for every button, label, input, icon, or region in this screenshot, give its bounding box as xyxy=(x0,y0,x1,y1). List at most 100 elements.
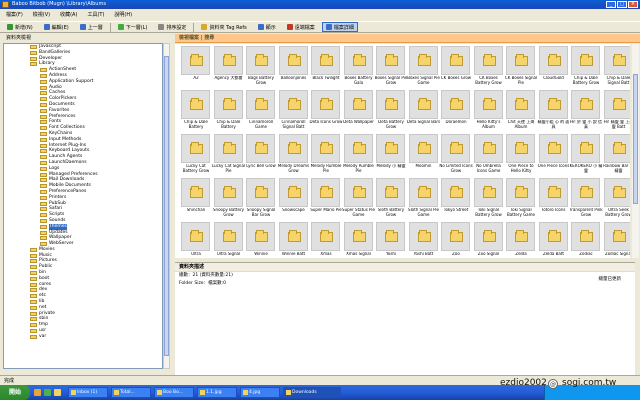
folder-thumbnail[interactable]: Chit 天使 上海 Album xyxy=(504,90,536,132)
folder-thumbnail[interactable]: Deta Battery Grow xyxy=(374,90,406,132)
folder-thumbnail[interactable]: Rainbow Bar 小 精靈 xyxy=(602,134,630,176)
folder-thumbnail[interactable]: Sloth Battery Grow xyxy=(374,178,406,220)
folder-thumbnail[interactable]: Totoro Icons xyxy=(537,178,569,220)
toolbar-button-2[interactable]: 上一層 xyxy=(76,22,107,32)
folder-thumbnail[interactable]: Super Status Pie Game xyxy=(342,178,375,220)
folder-thumbnail[interactable]: Hi! 妙 靈 小 說 信 真 xyxy=(569,90,602,132)
folder-thumbnail[interactable]: 精靈小姐 心 的 面具 xyxy=(537,90,569,132)
folder-thumbnail[interactable]: Shinchan xyxy=(179,178,211,220)
taskbar-button[interactable]: Downloads xyxy=(283,387,341,398)
folder-thumbnail[interactable]: Sloth Signal Pie Game xyxy=(407,178,439,220)
folder-thumbnail[interactable]: One Piece to Hello Kitty xyxy=(504,134,536,176)
taskbar-button[interactable]: 4.jpg xyxy=(240,387,280,398)
folder-thumbnail[interactable]: CK Boxes Signal Pie xyxy=(504,46,537,88)
folder-tree[interactable]: Javascript BandGalleries Developer Library A… xyxy=(3,43,163,369)
tree-scroll-thumb[interactable] xyxy=(164,56,169,356)
folder-thumbnail[interactable]: Bags Battery Grow xyxy=(244,46,276,88)
folder-thumbnail[interactable]: Hello Kitty's Album xyxy=(472,90,504,132)
folder-thumbnail[interactable]: Toki Signal Battery Grow xyxy=(472,178,504,220)
folder-thumbnail[interactable]: CK Boxes Battery Grow xyxy=(472,46,504,88)
folder-thumbnail[interactable]: Hi! 精靈 靈 上海 靈 Batt xyxy=(602,90,630,132)
taskbar-button[interactable]: Inbox (1) xyxy=(68,387,108,398)
folder-thumbnail[interactable]: KEROKERO 小 精靈 xyxy=(569,134,602,176)
taskbar-button[interactable]: Total... xyxy=(111,387,151,398)
ie-icon[interactable] xyxy=(34,389,41,396)
folder-thumbnail[interactable]: Deta Signal Bars xyxy=(407,90,440,132)
tab-strip[interactable]: 檢視檔案 | 搜尋 xyxy=(175,34,640,43)
folder-thumbnail[interactable]: Yoshi xyxy=(374,222,406,258)
folder-thumbnail[interactable]: Zelda xyxy=(504,222,536,258)
folder-thumbnail[interactable]: Tokyo Street xyxy=(439,178,471,220)
folder-thumbnail[interactable]: Xmas xyxy=(309,222,341,258)
folder-thumbnail[interactable]: Boxes Signal Pie Grow xyxy=(374,46,407,88)
folder-thumbnail[interactable]: Chip & Dale Signal Batt xyxy=(602,46,630,88)
folder-thumbnail[interactable]: Chip & Dale Battery xyxy=(179,90,211,132)
folder-thumbnail[interactable]: Snoopy Signal Bar Grow xyxy=(244,178,276,220)
toolbar-button-6[interactable]: 顯示 xyxy=(254,22,280,32)
folder-thumbnail[interactable]: Winnie xyxy=(244,222,276,258)
folder-thumbnail[interactable]: One Piece Icons xyxy=(537,134,569,176)
menu-item-0[interactable]: 檔案(F) xyxy=(6,10,23,20)
folder-thumbnail[interactable]: Moomin xyxy=(407,134,439,176)
folder-thumbnail[interactable]: Zelda Batt xyxy=(537,222,569,258)
folder-thumbnail[interactable]: Melody Dreams Grow xyxy=(277,134,309,176)
folder-thumbnail[interactable]: Melody Rumble Pie xyxy=(309,134,341,176)
folder-thumbnail[interactable]: Zodiac xyxy=(569,222,601,258)
folder-thumbnail[interactable]: No Umbrella Icons Game xyxy=(472,134,504,176)
folder-thumbnail[interactable]: Lucky Cat Signal Pie xyxy=(212,134,245,176)
close-button[interactable]: × xyxy=(628,1,638,8)
toolbar-button-4[interactable]: 排序設定 xyxy=(154,22,190,32)
folder-thumbnail[interactable]: Cinnamoroll Signal Batt xyxy=(277,90,309,132)
toolbar-button-8[interactable]: 檔案詳細 xyxy=(321,22,358,32)
toolbar-button-7[interactable]: 遠端檔案 xyxy=(283,22,319,32)
folder-thumbnail[interactable]: A2 xyxy=(179,46,211,88)
menu-item-4[interactable]: 說明(H) xyxy=(114,10,132,20)
folder-icon[interactable] xyxy=(54,389,61,396)
folder-thumbnail[interactable]: No Limited Icons Grow xyxy=(439,134,473,176)
folder-thumbnail[interactable]: Melody 小 精靈 xyxy=(374,134,406,176)
grid-scroll-thumb[interactable] xyxy=(633,74,638,204)
folder-thumbnail[interactable]: Agency 大都會 xyxy=(212,46,244,88)
folder-thumbnail[interactable]: Cinnamoroll Game xyxy=(244,90,276,132)
folder-thumbnail[interactable]: Ultra xyxy=(179,222,211,258)
folder-thumbnail[interactable]: Ultra Seek Battery Grow xyxy=(602,178,630,220)
folder-thumbnail[interactable]: Deta Icons Grow xyxy=(309,90,342,132)
folder-thumbnail[interactable]: Yoshi Batt xyxy=(407,222,439,258)
folder-thumbnail[interactable]: CK Boxes Grow xyxy=(439,46,471,88)
folder-thumbnail[interactable]: Black Twilight xyxy=(309,46,341,88)
folder-thumbnail[interactable]: Zoo xyxy=(439,222,471,258)
menu-item-2[interactable]: 收藏(A) xyxy=(60,10,77,20)
folder-thumbnail[interactable]: Super Mario Pie xyxy=(309,178,342,220)
menu-item-3[interactable]: 工具(T) xyxy=(87,10,104,20)
tree-scrollbar[interactable] xyxy=(163,43,170,369)
toolbar-button-0[interactable]: 新增(N) xyxy=(3,22,37,32)
folder-thumbnail[interactable]: Zoo Signal xyxy=(472,222,504,258)
minimize-button[interactable]: _ xyxy=(606,1,616,8)
folder-thumbnail[interactable]: Chip & Dale Battery xyxy=(212,90,244,132)
tree-item[interactable]: var xyxy=(4,334,162,340)
folder-thumbnail[interactable]: Xmas Signal xyxy=(342,222,374,258)
grid-scrollbar[interactable] xyxy=(632,44,639,258)
folder-thumbnail[interactable]: Snowscape xyxy=(277,178,309,220)
folder-thumbnail[interactable]: Transparent Pink Grow xyxy=(569,178,603,220)
folder-thumbnail[interactable]: Toki Signal Battery Game xyxy=(504,178,536,220)
media-icon[interactable] xyxy=(44,389,51,396)
folder-thumbnail[interactable]: Lyric Bell Grow xyxy=(244,134,276,176)
folder-thumbnail[interactable]: Boxes Battery Gala xyxy=(342,46,374,88)
folder-thumbnail[interactable]: Doraemon xyxy=(439,90,471,132)
maximize-button[interactable]: □ xyxy=(617,1,627,8)
folder-thumbnail[interactable]: Zodiac Signal xyxy=(602,222,630,258)
start-button[interactable]: 開始 xyxy=(0,385,30,400)
folder-thumbnail[interactable]: Lucky Cat Battery Grow xyxy=(179,134,211,176)
folder-thumbnail[interactable]: Snoopy Battery Grow xyxy=(212,178,244,220)
folder-thumbnail[interactable]: Chip & Dale Battery Grow xyxy=(569,46,601,88)
folder-thumbnail[interactable]: Melody Rumble Pie xyxy=(342,134,374,176)
folder-thumbnail[interactable]: Deta Wallpaper xyxy=(342,90,374,132)
folder-thumbnail[interactable]: CloudGold xyxy=(537,46,569,88)
taskbar-button[interactable]: 1.1.jpg xyxy=(197,387,237,398)
menu-item-1[interactable]: 檢視(V) xyxy=(33,10,50,20)
folder-thumbnail[interactable]: Boxes Signal Pie Game xyxy=(407,46,440,88)
folder-thumbnail[interactable]: Winnie Batt xyxy=(277,222,309,258)
taskbar-button[interactable]: Boo Bo... xyxy=(154,387,194,398)
toolbar-button-1[interactable]: 編輯(E) xyxy=(40,22,73,32)
